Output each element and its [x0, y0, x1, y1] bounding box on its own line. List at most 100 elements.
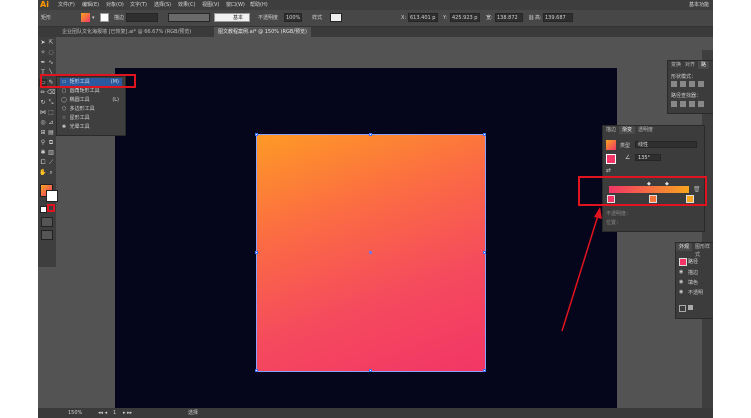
graphic-style-swatch[interactable] [330, 13, 342, 22]
rotate-icon[interactable]: ↻ [39, 99, 47, 107]
artboard-canvas[interactable] [115, 68, 617, 408]
mesh-icon[interactable]: ⊞ [39, 129, 47, 137]
menu-object[interactable]: 对象(O) [106, 0, 124, 10]
curvature-icon[interactable]: ∿ [47, 59, 55, 67]
menu-effect[interactable]: 效果(C) [178, 0, 195, 10]
stroke-color-swatch[interactable] [46, 190, 58, 202]
tab-gradient[interactable]: 渐变 [619, 126, 636, 134]
fill-stroke-swatch[interactable] [606, 154, 616, 164]
divide-icon[interactable] [671, 101, 677, 107]
eye-icon-3[interactable]: ◉ [679, 289, 683, 295]
menu-type[interactable]: 文字(T) [130, 0, 147, 10]
menu-window[interactable]: 窗口(W) [226, 0, 245, 10]
eraser-icon[interactable]: ⌫ [47, 89, 55, 97]
bbox-handle-tr[interactable] [483, 133, 486, 136]
color-mode-icon[interactable] [40, 206, 47, 213]
flyout-item-ellipse[interactable]: ◯ 椭圆工具 (L) [60, 96, 122, 105]
y-label: Y: [443, 15, 448, 21]
tab-stroke[interactable]: 描边 [603, 126, 619, 134]
eyedropper-icon[interactable]: ⚲ [39, 139, 47, 147]
tab-transparency[interactable]: 透明度 [635, 126, 656, 134]
link-icon[interactable]: ⛓ [528, 14, 534, 22]
draw-mode-icon[interactable] [41, 217, 53, 227]
bbox-handle-br[interactable] [483, 369, 486, 372]
bbox-handle-mr[interactable] [483, 251, 486, 254]
pathfinder-panel: 变换 对齐 路 形状模式： 路径查找器： [667, 60, 713, 114]
scale-icon[interactable]: ⤡ [47, 99, 55, 107]
gradient-rectangle[interactable] [255, 133, 486, 372]
appearance-row-fill[interactable]: 填色 [688, 279, 698, 286]
appearance-row-opacity[interactable]: 不透明 [688, 289, 703, 296]
tab-pathfinder[interactable]: 路 [698, 61, 710, 69]
crop-icon[interactable] [698, 101, 704, 107]
zoom-tool-icon[interactable]: ⌕ [47, 169, 55, 177]
bbox-handle-ml[interactable] [255, 251, 258, 254]
perspective-icon[interactable]: ⊿ [47, 119, 55, 127]
menu-file[interactable]: 文件(F) [58, 0, 75, 10]
fill-swatch[interactable] [81, 13, 90, 22]
minus-front-icon[interactable] [680, 81, 686, 87]
tab-appearance[interactable]: 外观 [676, 243, 693, 251]
bbox-handle-bl[interactable] [255, 369, 258, 372]
width-tool-icon[interactable]: ⋈ [39, 109, 47, 117]
menu-select[interactable]: 选择(S) [154, 0, 171, 10]
menu-edit[interactable]: 编辑(E) [82, 0, 99, 10]
gradient-type-select[interactable]: 线性 [635, 141, 697, 148]
gradient-mode-icon[interactable] [47, 204, 55, 212]
screen-mode-icon[interactable] [41, 230, 53, 240]
zoom-level[interactable]: 150% [68, 408, 82, 418]
brush-definition-field[interactable] [214, 13, 250, 22]
tab-graphic-styles[interactable]: 图形样式 [692, 243, 713, 258]
exclude-icon[interactable] [698, 81, 704, 87]
reverse-gradient-icon[interactable]: ⇄ [606, 167, 611, 174]
appearance-row-stroke[interactable]: 描边 [688, 269, 698, 276]
merge-icon[interactable] [689, 101, 695, 107]
free-transform-icon[interactable]: ⬚ [47, 109, 55, 117]
gradient-thumbnail[interactable] [606, 140, 616, 150]
bbox-handle-bc[interactable] [369, 369, 372, 372]
unite-icon[interactable] [671, 81, 677, 87]
stroke-swatch[interactable] [100, 13, 109, 22]
tab-document-1[interactable]: 企业团队文化海报墙 [已恢复].ai* @ 66.67% (RGB/预览) [58, 27, 195, 37]
workspace-switcher[interactable]: 基本功能 [689, 0, 709, 10]
lasso-icon[interactable]: ◌ [47, 49, 55, 57]
annotation-arrow [561, 207, 602, 332]
eye-icon-2[interactable]: ◉ [679, 279, 683, 285]
stroke-weight-field[interactable] [126, 13, 158, 22]
add-stroke-icon[interactable] [679, 305, 686, 312]
bbox-handle-tc[interactable] [369, 133, 372, 136]
eye-icon[interactable]: ◉ [679, 269, 683, 275]
tab-document-2[interactable]: 图文教程案例.ai* @ 150% (RGB/预览) [214, 27, 311, 37]
menu-view[interactable]: 视图(V) [202, 0, 219, 10]
flyout-item-rounded-rectangle[interactable]: ▢ 圆角矩形工具 [60, 87, 122, 96]
trim-icon[interactable] [680, 101, 686, 107]
direct-selection-icon[interactable]: ⇱ [47, 39, 55, 47]
blend-icon[interactable]: ⧉ [47, 139, 55, 147]
pencil-icon[interactable]: ✏ [39, 89, 47, 97]
tab-align[interactable]: 对齐 [682, 61, 698, 69]
intersect-icon[interactable] [689, 81, 695, 87]
bbox-handle-tl[interactable] [255, 133, 258, 136]
artboard-nav-icon[interactable]: ◂◂ ◂ [98, 408, 107, 418]
appearance-panel: 外观 图形样式 路径 ◉ 描边 ◉ 填色 ◉ 不透明 [675, 242, 713, 319]
artboard-next-icon[interactable]: ▸ ▸▸ [123, 408, 132, 418]
gradient-tool-icon[interactable]: ▤ [47, 129, 55, 137]
slice-icon[interactable]: ⟋ [47, 159, 55, 167]
graph-tool-icon[interactable]: ▥ [47, 149, 55, 157]
artboard-tool-icon[interactable]: ⧠ [39, 159, 47, 167]
fill-chevron-icon[interactable]: ▾ [92, 14, 95, 22]
flyout-item-polygon[interactable]: ⬡ 多边形工具 [60, 105, 122, 114]
symbol-sprayer-icon[interactable]: ✱ [39, 149, 47, 157]
angle-field[interactable]: 135° [635, 154, 661, 161]
flyout-item-star[interactable]: ☆ 星形工具 [60, 114, 122, 123]
magic-wand-icon[interactable]: ✧ [39, 49, 47, 57]
pen-tool-icon[interactable]: ✒ [39, 59, 47, 67]
add-fill-icon[interactable] [688, 305, 693, 310]
artboard-number[interactable]: 1 [113, 408, 116, 418]
menu-help[interactable]: 帮助(H) [250, 0, 268, 10]
flyout-item-flare[interactable]: ✺ 光晕工具 [60, 123, 122, 132]
variable-width-field[interactable] [168, 13, 210, 22]
hand-tool-icon[interactable]: ✋ [39, 169, 47, 177]
shape-builder-icon[interactable]: ◎ [39, 119, 47, 127]
selection-tool-icon[interactable]: ➤ [39, 39, 47, 47]
